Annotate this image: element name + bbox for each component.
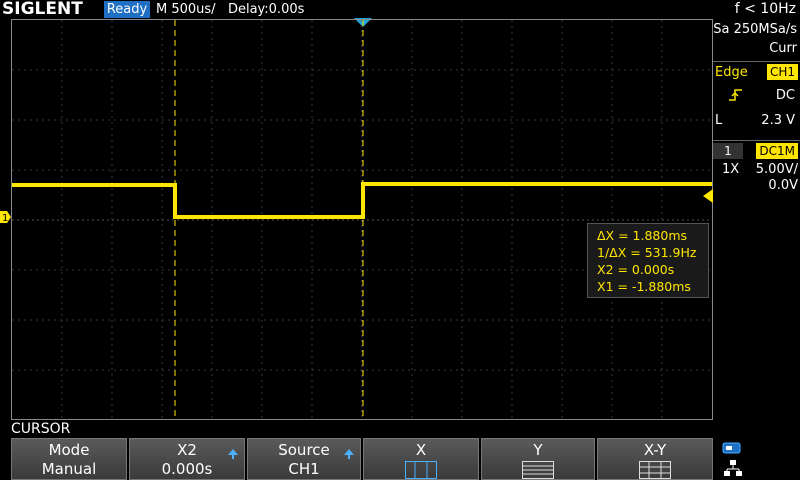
network-icon — [724, 460, 742, 476]
x2-label: X2 — [177, 441, 197, 459]
channel-1-trace — [12, 182, 712, 219]
channel-1-marker-icon[interactable]: 1 — [0, 211, 11, 223]
x-cursor-type-button[interactable]: X — [363, 438, 479, 480]
channel-number: 1 — [713, 143, 743, 159]
delta-x-value: ΔX = 1.880ms — [597, 228, 688, 243]
xy-cursor-type-button[interactable]: X-Y — [597, 438, 713, 480]
x2-value: X2 = 0.000s — [597, 262, 675, 277]
mode-value: Manual — [41, 460, 97, 478]
channel-coupling: DC1M — [756, 143, 798, 159]
cursor-readout-panel: ΔX = 1.880ms 1/ΔX = 531.9Hz X2 = 0.000s … — [587, 223, 709, 298]
trigger-type: Edge — [715, 65, 748, 80]
inverse-delta-x-value: 1/ΔX = 531.9Hz — [597, 245, 697, 260]
y-cursor-icon — [522, 461, 554, 479]
probe-ratio: 1X — [722, 162, 740, 177]
channel-1-panel[interactable]: 1 DC1M 1X 5.00V/ 0.0V — [713, 141, 800, 196]
usb-status-icon — [722, 442, 741, 454]
x2-button[interactable]: X2 0.000s — [129, 438, 245, 480]
x-type-label: X — [415, 441, 427, 459]
timebase-readout: M 500us/ Delay:0.00s — [156, 2, 305, 17]
adjust-arrow-icon — [228, 449, 238, 459]
xy-cursor-icon — [639, 461, 671, 479]
trigger-level-icon[interactable] — [703, 189, 713, 203]
source-value: CH1 — [288, 460, 320, 478]
brand-logo: SIGLENT — [2, 0, 83, 19]
channel-offset: 0.0V — [768, 178, 798, 193]
menu-title: CURSOR — [11, 421, 71, 437]
rising-edge-icon — [729, 89, 742, 101]
mode-button[interactable]: Mode Manual — [11, 438, 127, 480]
trigger-level-label: L — [715, 113, 723, 128]
x1-value: X1 = -1.880ms — [597, 279, 691, 294]
y-type-label: Y — [533, 441, 543, 459]
x-cursor-icon — [405, 461, 437, 479]
adjust-arrow-icon — [344, 449, 354, 459]
xy-type-label: X-Y — [643, 441, 667, 459]
volts-per-div: 5.00V/ — [755, 162, 798, 177]
source-button[interactable]: Source CH1 — [247, 438, 361, 480]
sample-rate: Sa 250MSa/s — [713, 22, 797, 37]
x2-value: 0.000s — [161, 460, 213, 478]
memory-depth: Curr 1.75Mpts — [737, 41, 797, 76]
status-badge: Ready — [104, 1, 150, 18]
y-cursor-type-button[interactable]: Y — [481, 438, 595, 480]
mode-label: Mode — [48, 441, 90, 459]
acquisition-panel: Sa 250MSa/s Curr 1.75Mpts — [713, 19, 800, 76]
trigger-level-value: 2.3 V — [761, 113, 795, 128]
trigger-panel[interactable]: Edge CH1 DC L 2.3 V — [713, 62, 800, 140]
frequency-readout: f < 10Hz — [734, 1, 796, 17]
svg-text:1: 1 — [2, 213, 8, 223]
waveform-display[interactable] — [11, 19, 713, 420]
trigger-source: CH1 — [766, 64, 798, 80]
trigger-coupling: DC — [775, 88, 795, 103]
